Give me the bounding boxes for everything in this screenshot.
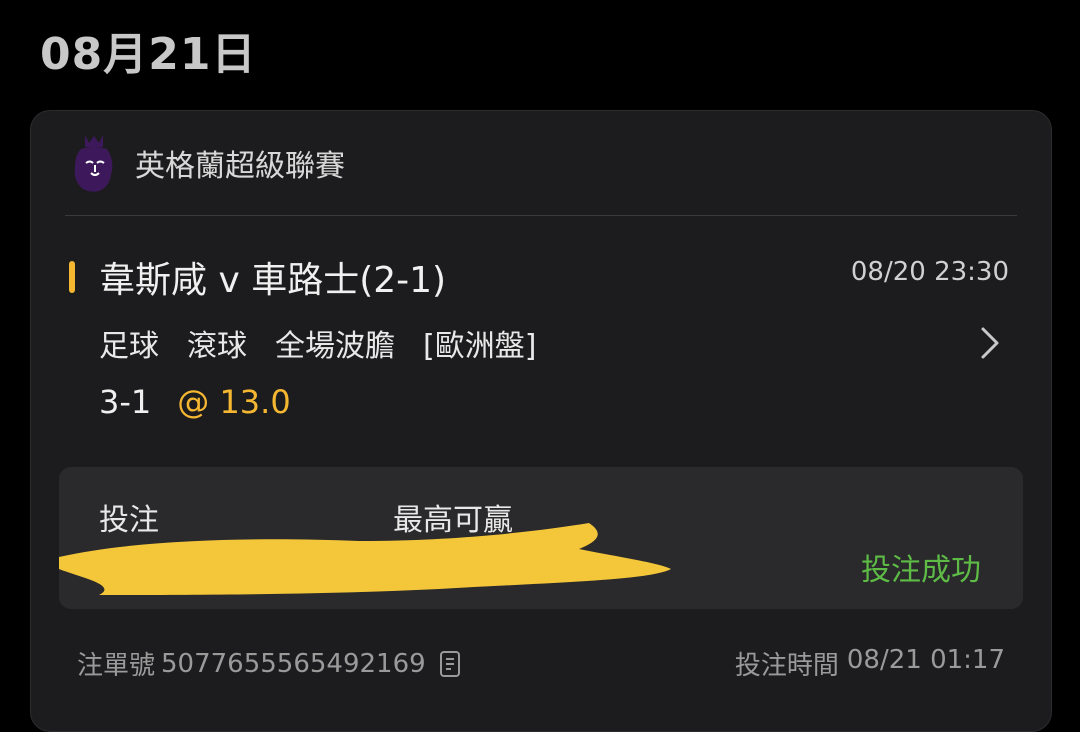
chevron-right-icon[interactable] — [979, 325, 1003, 361]
match-time: 08/20 23:30 — [850, 257, 1009, 287]
premier-league-lion-icon — [74, 135, 113, 192]
date-header: 08月21日 — [40, 29, 257, 80]
bet-no-label: 注單號 — [77, 651, 156, 681]
mode-label: 滾球 — [187, 329, 247, 364]
odds-value: @ 13.0 — [177, 383, 291, 421]
market-label: 全場波膽 — [275, 329, 395, 364]
redaction-scribble — [59, 523, 671, 595]
footer-row: 注單號 5077655565492169 投注時間 08/21 01:17 — [77, 645, 1005, 685]
sport-label: 足球 — [99, 329, 159, 364]
bet-time-label: 投注時間 — [734, 651, 839, 681]
bet-time: 投注時間 08/21 01:17 — [735, 645, 1005, 682]
league-row: 英格蘭超級聯賽 — [69, 133, 345, 193]
copy-icon[interactable] — [438, 649, 464, 679]
market-row: 足球 滾球 全場波膽 [歐洲盤] — [99, 321, 564, 365]
live-indicator-bar — [69, 261, 75, 293]
league-name: 英格蘭超級聯賽 — [135, 149, 345, 184]
bet-status: 投注成功 — [861, 553, 981, 588]
selection-value: 3-1 — [99, 383, 152, 421]
odds-type-label: [歐洲盤] — [423, 329, 537, 364]
selection-row: 3-1 @ 13.0 — [99, 383, 291, 421]
bet-card[interactable]: 英格蘭超級聯賽 韋斯咸 v 車路士(2-1) 08/20 23:30 足球 滾球… — [30, 110, 1052, 732]
bet-no-value: 5077655565492169 — [161, 648, 426, 679]
match-title: 韋斯咸 v 車路士(2-1) — [99, 260, 447, 301]
bet-number: 注單號 5077655565492169 — [77, 645, 464, 682]
bet-time-value: 08/21 01:17 — [846, 645, 1005, 675]
divider — [65, 215, 1017, 216]
stake-panel: 投注 最高可贏 投注成功 — [59, 467, 1023, 609]
